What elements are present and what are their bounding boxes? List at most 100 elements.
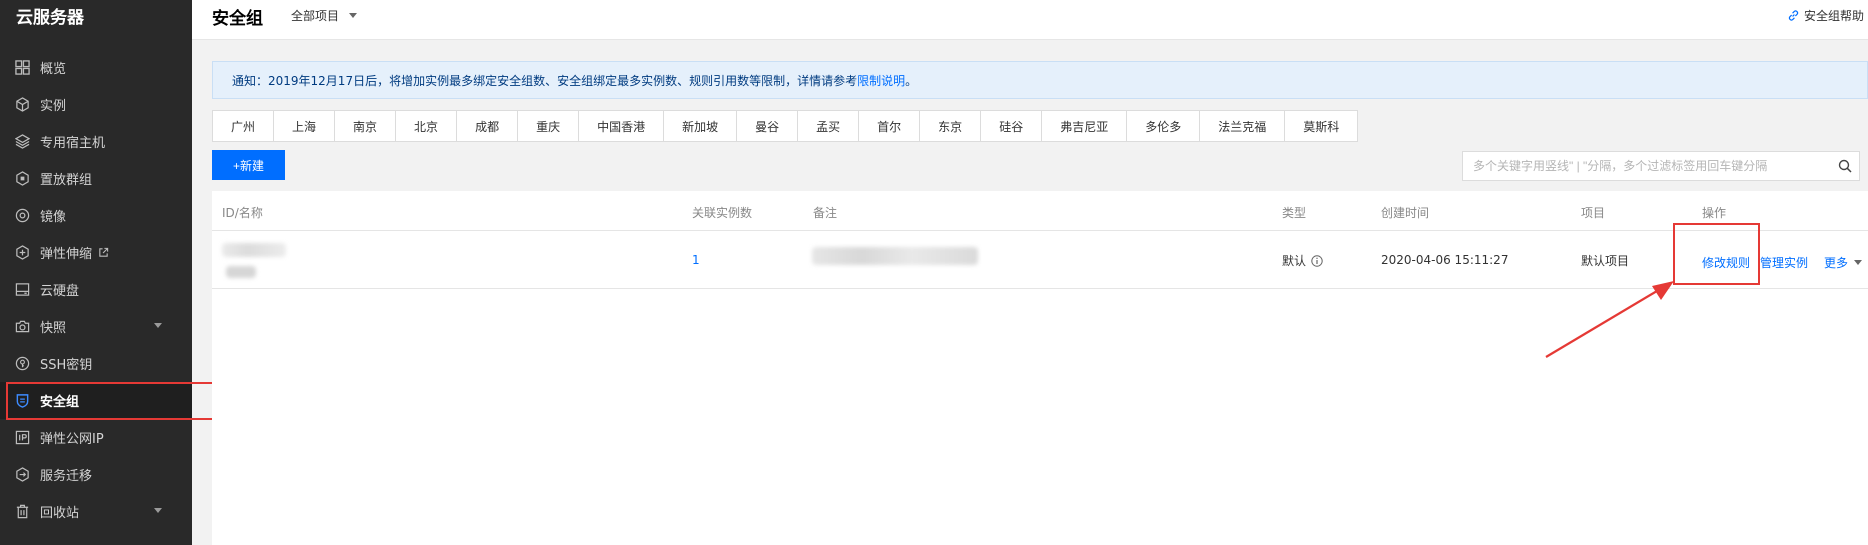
link-icon [1788,10,1799,21]
header: 安全组 全部项目 安全组帮助 [192,0,1868,40]
search-input[interactable] [1463,152,1831,180]
chevron-down-icon [154,508,162,513]
sidebar-item-label: 回收站 [40,506,80,521]
sidebar-item-recycle-bin[interactable]: 回收站 [0,493,192,530]
column-header-created: 创建时间 [1381,206,1430,220]
sidebar-item-label: 实例 [40,99,67,114]
region-tab[interactable]: 莫斯科 [1285,111,1357,141]
column-header-type: 类型 [1282,206,1307,220]
more-label: 更多 [1824,256,1849,270]
redacted-id [222,243,286,257]
sidebar-item-snapshots[interactable]: 快照 [0,308,192,345]
project-select[interactable]: 全部项目 [291,7,358,24]
sidebar-item-label: 云硬盘 [40,284,80,299]
region-tab[interactable]: 北京 [396,111,458,141]
region-tab[interactable]: 中国香港 [579,111,665,141]
scaling-icon [14,245,30,261]
type-cell: 默认 [1282,252,1323,269]
region-tab[interactable]: 新加坡 [664,111,738,141]
sidebar-item-elastic-ip[interactable]: 弹性公网IP [0,419,192,456]
search-box [1462,151,1860,181]
grid-icon [14,60,30,76]
notice-link[interactable]: 限制说明 [857,72,905,89]
modify-rules-link[interactable]: 修改规则 [1702,254,1750,271]
sidebar-item-instances[interactable]: 实例 [0,86,192,123]
new-button[interactable]: +新建 [212,150,285,180]
sidebar-item-images[interactable]: 镜像 [0,197,192,234]
region-tab[interactable]: 硅谷 [981,111,1043,141]
ip-icon [14,430,30,446]
column-header-remark: 备注 [813,206,838,220]
region-tab[interactable]: 弗吉尼亚 [1042,111,1128,141]
sidebar-item-label: 概览 [40,62,67,77]
chevron-down-icon [154,323,162,328]
region-tab[interactable]: 广州 [213,111,275,141]
shield-icon [14,393,30,409]
page-title: 安全组 [212,9,263,29]
sidebar-item-label: 镜像 [40,210,67,225]
region-tab[interactable]: 首尔 [859,111,921,141]
external-link-icon [99,247,109,257]
manage-instances-link[interactable]: 管理实例 [1760,254,1808,271]
table-row: 1 默认 2020-04-06 15:11:27 默认项目 修改规则 管理实例 … [212,232,1868,289]
region-tab[interactable]: 成都 [457,111,519,141]
column-header-id-name: ID/名称 [222,206,263,220]
sidebar-item-label: SSH密钥 [40,358,93,373]
help-link-label: 安全组帮助 [1803,9,1864,23]
disk-icon [14,282,30,298]
sidebar-item-label: 置放群组 [40,173,93,188]
search-icon[interactable] [1831,152,1859,180]
region-tab[interactable]: 南京 [335,111,397,141]
sidebar-item-label: 快照 [40,321,67,336]
project-select-value: 全部项目 [291,9,340,23]
sidebar-item-ssh-keys[interactable]: SSH密钥 [0,345,192,382]
placement-icon [14,171,30,187]
camera-icon [14,319,30,335]
region-tab[interactable]: 法兰克福 [1200,111,1286,141]
sidebar-item-dedicated-host[interactable]: 专用宿主机 [0,123,192,160]
info-icon[interactable] [1311,255,1323,267]
type-value: 默认 [1282,254,1307,268]
column-header-project: 项目 [1581,206,1606,220]
disc-icon [14,208,30,224]
created-time: 2020-04-06 15:11:27 [1381,253,1509,267]
column-header-ops: 操作 [1702,206,1727,220]
sidebar-item-placement-group[interactable]: 置放群组 [0,160,192,197]
app-root: 云服务器 概览 实例 专用宿主机 置放群组 镜像 弹性伸缩 云硬盘 快照 SSH… [0,0,1868,545]
sidebar-item-migration[interactable]: 服务迁移 [0,456,192,493]
notice-banner: 通知：2019年12月17日后，将增加实例最多绑定安全组数、安全组绑定最多实例数… [212,61,1868,99]
notice-text: 通知：2019年12月17日后，将增加实例最多绑定安全组数、安全组绑定最多实例数… [232,73,858,88]
redacted-name [226,266,256,278]
sidebar: 云服务器 概览 实例 专用宿主机 置放群组 镜像 弹性伸缩 云硬盘 快照 SSH… [0,0,192,545]
more-dropdown[interactable]: 更多 [1824,254,1863,271]
sidebar-item-cloud-disk[interactable]: 云硬盘 [0,271,192,308]
project-cell: 默认项目 [1581,254,1630,268]
migrate-icon [14,467,30,483]
sidebar-item-label: 弹性伸缩 [40,247,93,262]
table-header: ID/名称 关联实例数 备注 类型 创建时间 项目 操作 [212,191,1868,231]
help-link[interactable]: 安全组帮助 [1787,7,1864,24]
notice-end: 。 [905,73,918,88]
region-tab[interactable]: 多伦多 [1127,111,1201,141]
key-icon [14,356,30,372]
sidebar-title: 云服务器 [16,8,84,28]
layers-icon [14,134,30,150]
chevron-down-icon [349,13,358,18]
region-tab[interactable]: 东京 [920,111,982,141]
region-tab[interactable]: 重庆 [518,111,580,141]
cube-icon [14,97,30,113]
region-tab[interactable]: 上海 [274,111,336,141]
region-tab[interactable]: 曼谷 [737,111,799,141]
sidebar-item-security-group[interactable]: 安全组 [0,382,192,419]
redacted-remark [812,247,978,265]
sidebar-item-overview[interactable]: 概览 [0,49,192,86]
sidebar-item-label: 服务迁移 [40,469,93,484]
column-header-instances: 关联实例数 [692,206,753,220]
trash-icon [14,504,30,520]
sidebar-item-label: 安全组 [40,395,80,410]
instance-count-link[interactable]: 1 [692,253,700,267]
sidebar-item-label: 弹性公网IP [40,432,104,447]
sidebar-item-auto-scaling[interactable]: 弹性伸缩 [0,234,192,271]
region-tab[interactable]: 孟买 [798,111,860,141]
region-tabs: 广州 上海 南京 北京 成都 重庆 中国香港 新加坡 曼谷 孟买 首尔 东京 硅… [212,110,1359,142]
